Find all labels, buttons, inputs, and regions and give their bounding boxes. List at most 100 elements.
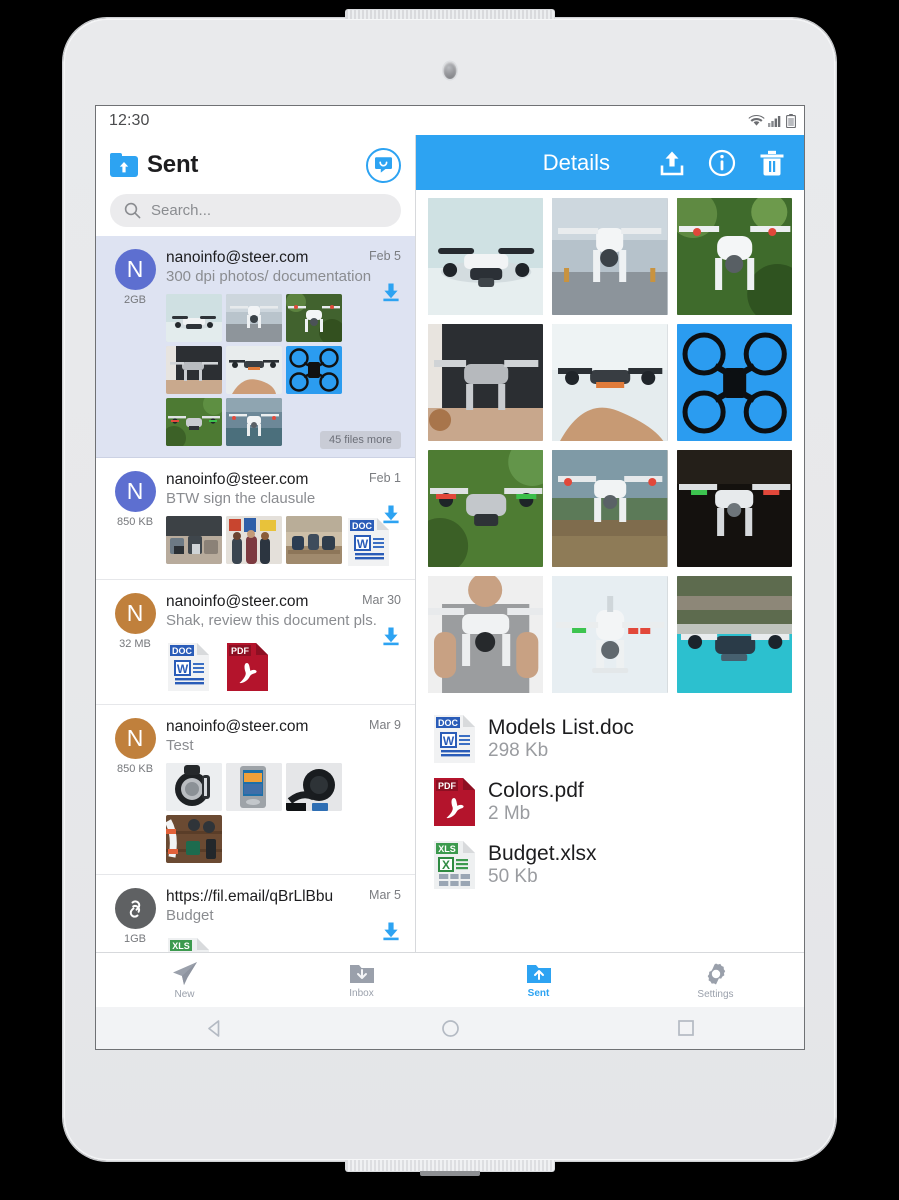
attachment-thumbnail[interactable] (166, 294, 222, 342)
svg-text:DOC: DOC (438, 718, 459, 728)
photo-thumbnail[interactable] (428, 198, 544, 315)
download-icon[interactable] (381, 921, 401, 941)
photo-thumbnail[interactable] (552, 198, 668, 315)
tab-new[interactable]: New (96, 953, 273, 1007)
photo-thumbnail[interactable] (552, 324, 668, 441)
svg-text:W: W (443, 734, 455, 748)
paper-plane-icon (171, 961, 199, 987)
attachment-thumbnail[interactable] (226, 294, 282, 342)
file-name: Budget.xlsx (488, 842, 597, 865)
list-item[interactable]: N 850 KB nanoinfo@steer.com Feb 1 BTW si… (96, 458, 415, 580)
svg-text:W: W (357, 537, 369, 551)
photo-grid (428, 198, 792, 693)
attachment-thumbnail[interactable] (166, 398, 222, 446)
svg-text:DOC: DOC (172, 646, 193, 656)
attachment-thumbnail[interactable] (166, 815, 222, 863)
mail-sender: nanoinfo@steer.com (166, 471, 309, 488)
search-input[interactable] (151, 202, 387, 219)
avatar: N (114, 471, 156, 512)
mail-list[interactable]: N 2GB nanoinfo@steer.com Feb 5 300 dpi p… (96, 236, 415, 952)
bottom-speaker-grille (344, 1159, 555, 1172)
gear-icon (703, 961, 729, 987)
attachment-thumbnail[interactable] (286, 516, 342, 564)
photo-thumbnail[interactable] (676, 450, 792, 567)
xls-file-icon[interactable]: XLS X (166, 936, 211, 952)
link-icon (123, 897, 147, 921)
more-files-badge[interactable]: 45 files more (320, 431, 401, 449)
attachment-thumbnail[interactable] (166, 346, 222, 394)
trash-icon[interactable] (758, 149, 786, 177)
photo-thumbnail[interactable] (676, 198, 792, 315)
compose-message-button[interactable] (366, 147, 401, 183)
share-upload-icon[interactable] (658, 149, 686, 177)
pdf-file-icon[interactable]: PDF (225, 641, 270, 693)
file-row[interactable]: PDF Colors.pdf 2 Mb (428, 772, 792, 835)
avatar-column: N 850 KB (110, 718, 160, 863)
mail-sender: https://fil.email/qBrLlBbu (166, 888, 334, 905)
photo-thumbnail[interactable] (552, 576, 668, 693)
file-row[interactable]: XLS X Budget.xlsx 50 Kb (428, 835, 792, 898)
attachment-thumbnail[interactable] (166, 763, 222, 811)
attachment-thumbnail[interactable] (226, 516, 282, 564)
android-home-icon[interactable] (430, 1008, 470, 1048)
photo-thumbnail[interactable] (676, 576, 792, 693)
details-pane: Details DOC W Models List.doc 298 Kb PDF… (416, 135, 804, 952)
mail-sender: nanoinfo@steer.com (166, 249, 309, 266)
tablet-screen: 12:30 Sent Search... N 2GB nanoinfo@stee… (95, 105, 805, 1050)
photo-thumbnail[interactable] (552, 450, 668, 567)
tab-sent[interactable]: Sent (450, 953, 627, 1007)
xls-file-icon: XLS X (432, 839, 477, 891)
mail-subject: 300 dpi photos/ documentation (166, 268, 372, 285)
mail-subject: Budget (166, 907, 214, 924)
page-title: Sent (147, 151, 199, 178)
file-name: Models List.doc (488, 716, 634, 739)
tab-label: Settings (697, 988, 734, 1000)
tab-label: New (174, 988, 195, 1000)
mail-date: Feb 1 (369, 471, 401, 485)
search-bar[interactable] (110, 194, 401, 227)
attachment-thumbnail[interactable] (286, 294, 342, 342)
battery-icon (786, 113, 796, 128)
attachment-thumbnails (166, 763, 401, 863)
details-content: DOC W Models List.doc 298 Kb PDF Colors.… (416, 190, 804, 952)
wifi-icon (748, 114, 765, 127)
android-back-icon[interactable] (194, 1008, 234, 1048)
photo-thumbnail[interactable] (428, 324, 544, 441)
svg-text:DOC: DOC (352, 521, 373, 531)
doc-file-icon[interactable]: DOC W (166, 641, 211, 693)
attachment-thumbnail[interactable] (286, 346, 342, 394)
tab-settings[interactable]: Settings (627, 953, 804, 1007)
search-icon (124, 202, 141, 219)
photo-thumbnail[interactable] (676, 324, 792, 441)
info-icon[interactable] (708, 149, 736, 177)
download-icon[interactable] (381, 504, 401, 524)
list-item[interactable]: N 32 MB nanoinfo@steer.com Mar 30 Shak, … (96, 580, 415, 705)
attachment-thumbnail[interactable] (226, 763, 282, 811)
attachment-thumbnail[interactable] (166, 516, 222, 564)
avatar-column: 1GB (110, 888, 160, 952)
compose-message-icon (374, 156, 393, 174)
details-title: Details (542, 149, 610, 175)
photo-thumbnail[interactable] (428, 576, 544, 693)
title-row: Sent (110, 143, 401, 187)
attachment-thumbnail[interactable] (286, 763, 342, 811)
mail-sender: nanoinfo@steer.com (166, 718, 309, 735)
list-item[interactable]: N 850 KB nanoinfo@steer.com Mar 9 Test (96, 705, 415, 875)
left-pane-header: Sent (96, 135, 415, 227)
file-row[interactable]: DOC W Models List.doc 298 Kb (428, 709, 792, 772)
download-icon[interactable] (381, 626, 401, 646)
attachment-thumbnail[interactable] (226, 398, 282, 446)
list-item[interactable]: N 2GB nanoinfo@steer.com Feb 5 300 dpi p… (96, 236, 415, 458)
file-name: Colors.pdf (488, 779, 584, 802)
details-toolbar: Details (416, 135, 804, 190)
attachment-thumbnail[interactable] (226, 346, 282, 394)
download-icon[interactable] (381, 282, 401, 302)
tab-inbox[interactable]: Inbox (273, 953, 450, 1007)
avatar: N (114, 593, 156, 634)
svg-text:W: W (177, 662, 189, 676)
attachment-thumbnails: DOC W (166, 641, 401, 693)
photo-thumbnail[interactable] (428, 450, 544, 567)
front-camera (443, 62, 456, 79)
android-recents-icon[interactable] (666, 1008, 706, 1048)
list-item[interactable]: 1GB https://fil.email/qBrLlBbu Mar 5 Bud… (96, 875, 415, 952)
